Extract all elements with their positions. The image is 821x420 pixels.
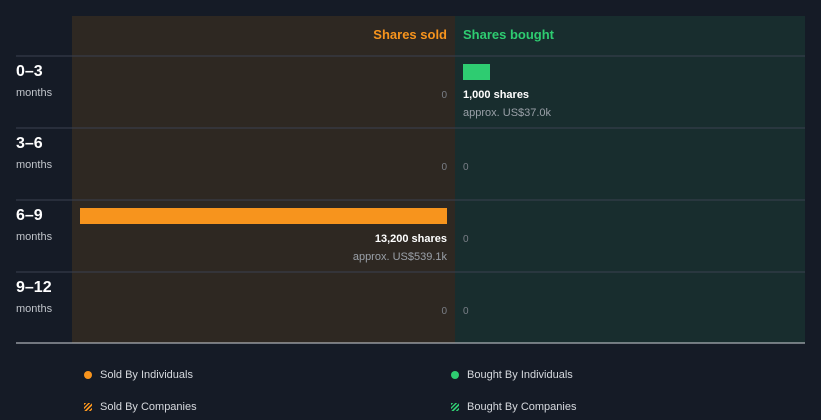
legend-label: Bought By Individuals — [467, 369, 573, 381]
legend-label: Sold By Companies — [100, 401, 197, 413]
bought-bar — [463, 64, 490, 80]
sold-bar — [80, 208, 447, 224]
sold-zero-label: 0 — [441, 90, 447, 101]
sold-individuals-marker — [84, 371, 92, 379]
bought-column-header: Shares bought — [463, 27, 555, 42]
period-unit: months — [16, 87, 53, 99]
sold-column-header: Shares sold — [373, 27, 447, 42]
legend-bought-companies: Bought By Companies — [451, 401, 576, 413]
sold-companies-marker — [84, 403, 92, 411]
bought-individuals-marker — [451, 371, 459, 379]
sold-value-label: approx. US$539.1k — [353, 251, 448, 263]
sold-shares-label: 13,200 shares — [375, 233, 447, 245]
bought-zero-label: 0 — [463, 234, 469, 245]
legend: Sold By Individuals Bought By Individual… — [0, 345, 821, 420]
bought-shares-label: 1,000 shares — [463, 89, 529, 101]
bought-companies-marker — [451, 403, 459, 411]
sold-column-background — [72, 16, 455, 343]
bought-value-label: approx. US$37.0k — [463, 107, 552, 119]
legend-bought-individuals: Bought By Individuals — [451, 369, 573, 381]
bought-zero-label: 0 — [463, 306, 469, 317]
legend-sold-companies: Sold By Companies — [84, 401, 197, 413]
sold-zero-label: 0 — [441, 306, 447, 317]
period-unit: months — [16, 303, 53, 315]
period-label: 3–6 — [16, 135, 43, 152]
period-label: 6–9 — [16, 207, 43, 224]
period-unit: months — [16, 159, 53, 171]
period-unit: months — [16, 231, 53, 243]
period-label: 9–12 — [16, 279, 52, 296]
sold-zero-label: 0 — [441, 162, 447, 173]
period-label: 0–3 — [16, 63, 43, 80]
legend-label: Bought By Companies — [467, 401, 577, 413]
legend-sold-individuals: Sold By Individuals — [84, 369, 193, 381]
bought-zero-label: 0 — [463, 162, 469, 173]
bought-column-background — [455, 16, 805, 343]
insider-trading-chart: Shares sold Shares bought 0–3 months 0 1,00… — [16, 16, 805, 344]
legend-label: Sold By Individuals — [100, 369, 193, 381]
